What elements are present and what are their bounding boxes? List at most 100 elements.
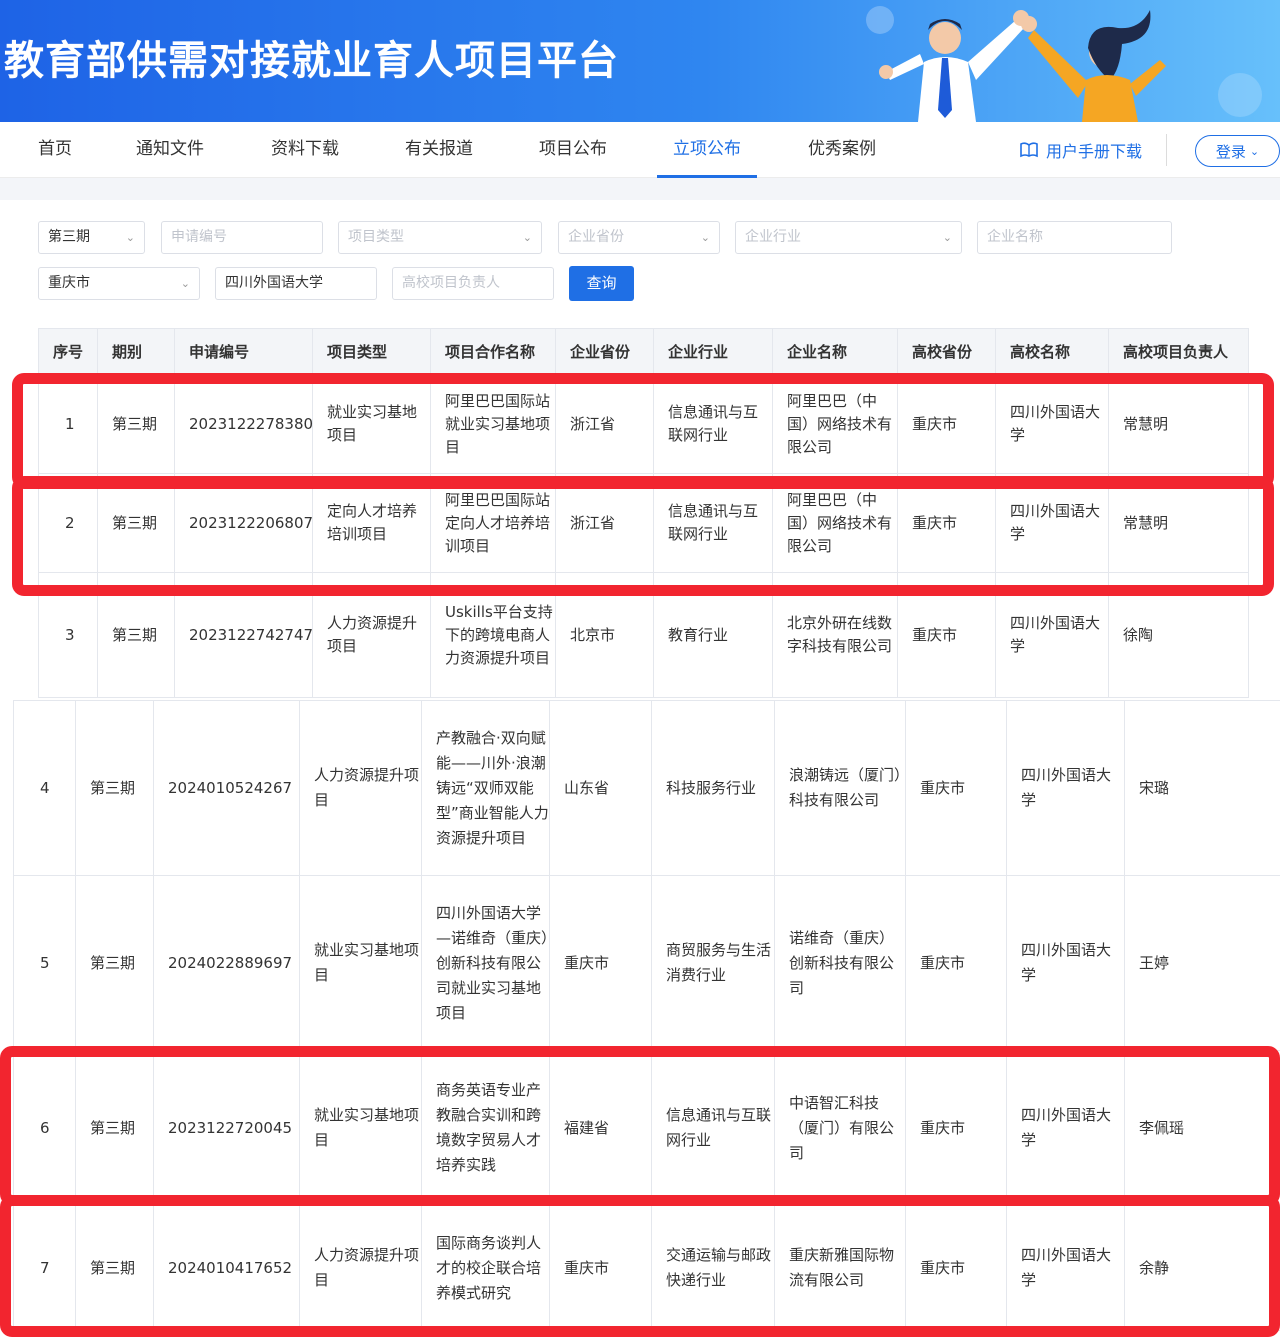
column-header: 项目类型: [312, 328, 431, 375]
column-header: 高校省份: [897, 328, 996, 375]
table-cell: 2024010417652: [153, 1205, 300, 1331]
book-icon: [1020, 142, 1038, 158]
table-cell: 徐陶: [1108, 572, 1249, 698]
table-cell: 人力资源提升项目: [299, 700, 422, 876]
table-cell: 信息通讯与互联网行业: [651, 1050, 775, 1206]
nav-item-approval-announcement[interactable]: 立项公布: [657, 122, 757, 178]
table-cell: 商贸服务与生活消费行业: [651, 875, 775, 1051]
table-cell: 产教融合·双向赋能——川外·浪潮铸远“双师双能型”商业智能人力资源提升项目: [421, 700, 550, 876]
chevron-down-icon: ⌄: [700, 231, 710, 244]
table-cell: 第三期: [97, 572, 175, 698]
user-manual-label: 用户手册下载: [1046, 142, 1143, 161]
results-table: 序号 期别 申请编号 项目类型 项目合作名称 企业省份 企业行业 企业名称 高校…: [38, 328, 1249, 698]
nav-item-downloads[interactable]: 资料下载: [271, 122, 339, 178]
table-cell: 浙江省: [555, 473, 654, 573]
user-manual-download-link[interactable]: 用户手册下载: [1020, 122, 1142, 178]
table-cell: 第三期: [97, 374, 175, 474]
login-label: 登录: [1215, 142, 1246, 161]
table-cell: 3: [38, 572, 98, 698]
column-header: 高校项目负责人: [1108, 328, 1249, 375]
university-province-select[interactable]: 重庆市 ⌄: [38, 267, 200, 300]
table-cell: 四川外国语大学: [995, 473, 1109, 573]
table-row[interactable]: 7 第三期 2024010417652 人力资源提升项目 国际商务谈判人才的校企…: [13, 1205, 1280, 1331]
high-five-illustration-icon: [866, 6, 1262, 122]
table-row[interactable]: 6 第三期 2023122720045 就业实习基地项目 商务英语专业产教融合实…: [13, 1050, 1280, 1206]
period-value: 第三期: [48, 229, 90, 245]
table-cell: 2: [38, 473, 98, 573]
login-button[interactable]: 登录 ⌄: [1195, 135, 1280, 167]
column-header: 高校名称: [995, 328, 1109, 375]
table-cell: 2023122278380: [174, 374, 313, 474]
table-cell: 就业实习基地项目: [299, 875, 422, 1051]
company-name-placeholder: 企业名称: [987, 229, 1043, 245]
company-industry-select[interactable]: 企业行业 ⌄: [735, 221, 962, 254]
nav-item-notices[interactable]: 通知文件: [136, 122, 204, 178]
table-cell: 山东省: [549, 700, 652, 876]
table-cell: 人力资源提升项目: [299, 1205, 422, 1331]
table-cell: 第三期: [97, 473, 175, 573]
chevron-down-icon: ⌄: [1249, 144, 1260, 158]
table-cell: 余静: [1124, 1205, 1280, 1331]
table-cell: 四川外国语大学: [995, 374, 1109, 474]
table-row[interactable]: 4 第三期 2024010524267 人力资源提升项目 产教融合·双向赋能——…: [13, 700, 1280, 876]
table-cell: 重庆市: [549, 1205, 652, 1331]
table-cell: 2024010524267: [153, 700, 300, 876]
nav-item-project-announcement[interactable]: 项目公布: [539, 122, 607, 178]
platform-title: 教育部供需对接就业育人项目平台: [4, 38, 619, 84]
table-cell: 四川外国语大学: [1006, 875, 1125, 1051]
university-province-value: 重庆市: [48, 275, 90, 291]
table-cell: 2023122742747: [174, 572, 313, 698]
column-header: 企业省份: [555, 328, 654, 375]
period-select[interactable]: 第三期 ⌄: [38, 221, 145, 254]
column-header: 序号: [38, 328, 98, 375]
company-province-placeholder: 企业省份: [568, 229, 624, 245]
university-leader-placeholder: 高校项目负责人: [402, 275, 500, 291]
table-cell: 第三期: [75, 700, 154, 876]
table-cell: 人力资源提升项目: [312, 572, 431, 698]
company-province-select[interactable]: 企业省份 ⌄: [558, 221, 720, 254]
table-cell: 阿里巴巴国际站定向人才培养培训项目: [430, 473, 556, 573]
table-cell: 浙江省: [555, 374, 654, 474]
table-cell: 重庆市: [549, 875, 652, 1051]
table-cell: 李佩瑶: [1124, 1050, 1280, 1206]
table-cell: 重庆市: [905, 1205, 1007, 1331]
table-cell: 就业实习基地项目: [299, 1050, 422, 1206]
table-cell: 宋璐: [1124, 700, 1280, 876]
table-cell: 6: [13, 1050, 76, 1206]
table-cell: 2023122720045: [153, 1050, 300, 1206]
university-name-input[interactable]: 四川外国语大学: [215, 267, 377, 300]
column-header: 项目合作名称: [430, 328, 556, 375]
table-cell: Uskills平台支持下的跨境电商人力资源提升项目: [430, 572, 556, 698]
table-cell: 四川外国语大学: [1006, 1205, 1125, 1331]
table-row[interactable]: 2 第三期 2023122206807 定向人才培养培训项目 阿里巴巴国际站定向…: [38, 473, 1249, 573]
company-name-input[interactable]: 企业名称: [977, 221, 1172, 254]
table-cell: 7: [13, 1205, 76, 1331]
table-cell: 科技服务行业: [651, 700, 775, 876]
table-cell: 2023122206807: [174, 473, 313, 573]
column-header: 申请编号: [174, 328, 313, 375]
nav-item-reports[interactable]: 有关报道: [405, 122, 473, 178]
table-cell: 阿里巴巴（中国）网络技术有限公司: [772, 374, 898, 474]
university-leader-input[interactable]: 高校项目负责人: [392, 267, 554, 300]
table-cell: 商务英语专业产教融合实训和跨境数字贸易人才培养实践: [421, 1050, 550, 1206]
project-type-select[interactable]: 项目类型 ⌄: [338, 221, 542, 254]
table-row[interactable]: 1 第三期 2023122278380 就业实习基地项目 阿里巴巴国际站就业实习…: [38, 374, 1249, 474]
nav-item-excellent-cases[interactable]: 优秀案例: [808, 122, 876, 178]
nav-item-home[interactable]: 首页: [38, 122, 72, 178]
table-cell: 第三期: [75, 1050, 154, 1206]
table-cell: 四川外国语大学—诺维奇（重庆）创新科技有限公司就业实习基地项目: [421, 875, 550, 1051]
table-cell: 四川外国语大学: [995, 572, 1109, 698]
nav-divider: [1166, 134, 1167, 166]
application-no-input[interactable]: 申请编号: [161, 221, 323, 254]
company-industry-placeholder: 企业行业: [745, 229, 801, 245]
table-row[interactable]: 5 第三期 2024022889697 就业实习基地项目 四川外国语大学—诺维奇…: [13, 875, 1280, 1051]
table-cell: 重庆市: [897, 473, 996, 573]
table-cell: 诺维奇（重庆）创新科技有限公司: [774, 875, 906, 1051]
chevron-down-icon: ⌄: [125, 231, 135, 244]
table-cell: 信息通讯与互联网行业: [653, 374, 773, 474]
table-row[interactable]: 3 第三期 2023122742747 人力资源提升项目 Uskills平台支持…: [38, 572, 1249, 698]
query-button[interactable]: 查询: [569, 266, 634, 301]
table-cell: 国际商务谈判人才的校企联合培养模式研究: [421, 1205, 550, 1331]
table-header-row: 序号 期别 申请编号 项目类型 项目合作名称 企业省份 企业行业 企业名称 高校…: [38, 328, 1249, 375]
table-cell: 常慧明: [1108, 374, 1249, 474]
